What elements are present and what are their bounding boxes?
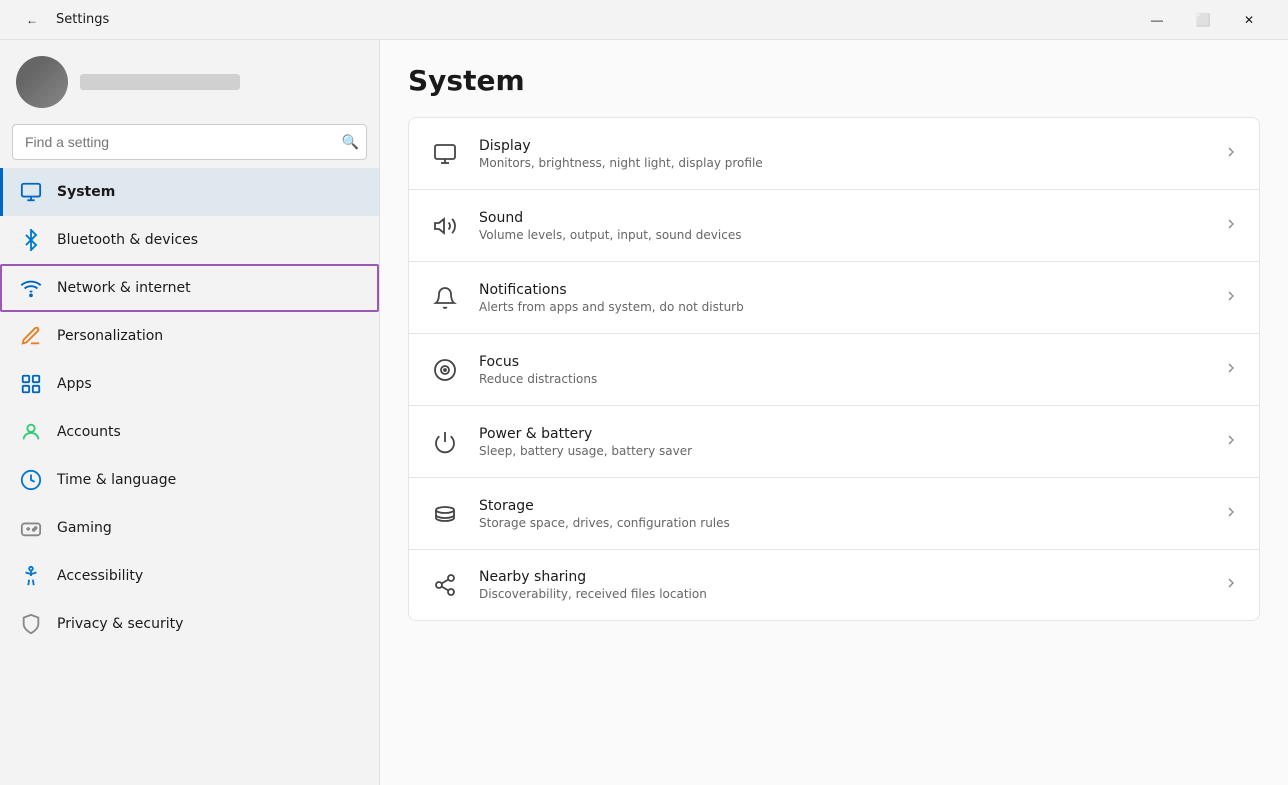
accounts-icon xyxy=(19,420,43,444)
chevron-right-icon xyxy=(1223,144,1239,164)
search-input[interactable] xyxy=(12,124,367,160)
sidebar-item-network[interactable]: Network & internet xyxy=(0,264,379,312)
setting-item-storage[interactable]: Storage Storage space, drives, configurat… xyxy=(408,477,1260,549)
setting-desc-notifications: Alerts from apps and system, do not dist… xyxy=(479,300,1205,314)
setting-item-display[interactable]: Display Monitors, brightness, night light… xyxy=(408,117,1260,189)
setting-desc-focus: Reduce distractions xyxy=(479,372,1205,386)
sound-icon xyxy=(429,210,461,242)
sidebar-item-bluetooth[interactable]: Bluetooth & devices xyxy=(0,216,379,264)
sidebar-nav: System Bluetooth & devices Network & inter… xyxy=(0,168,379,785)
setting-title-notifications: Notifications xyxy=(479,282,1205,298)
sidebar-item-label-personalization: Personalization xyxy=(57,328,163,344)
setting-desc-nearby: Discoverability, received files location xyxy=(479,587,1205,601)
privacy-icon xyxy=(19,612,43,636)
setting-text-sound: Sound Volume levels, output, input, sound… xyxy=(479,210,1205,242)
sidebar-item-label-apps: Apps xyxy=(57,376,92,392)
sidebar-item-time[interactable]: Time & language xyxy=(0,456,379,504)
power-icon xyxy=(429,426,461,458)
title-bar-title: Settings xyxy=(56,12,109,27)
setting-item-notifications[interactable]: Notifications Alerts from apps and system… xyxy=(408,261,1260,333)
personalization-icon xyxy=(19,324,43,348)
sidebar-item-apps[interactable]: Apps xyxy=(0,360,379,408)
time-icon xyxy=(19,468,43,492)
setting-title-nearby: Nearby sharing xyxy=(479,569,1205,585)
app-body: 🔍 System Bluetooth & devices Network & int… xyxy=(0,40,1288,785)
sidebar-item-label-system: System xyxy=(57,184,115,200)
setting-text-power: Power & battery Sleep, battery usage, bat… xyxy=(479,426,1205,458)
main-panel: System Display Monitors, brightness, nigh… xyxy=(380,40,1288,785)
sidebar-item-personalization[interactable]: Personalization xyxy=(0,312,379,360)
network-icon xyxy=(19,276,43,300)
chevron-right-icon xyxy=(1223,288,1239,308)
chevron-right-icon xyxy=(1223,432,1239,452)
sidebar-item-label-gaming: Gaming xyxy=(57,520,112,536)
sidebar-item-label-bluetooth: Bluetooth & devices xyxy=(57,232,198,248)
chevron-right-icon xyxy=(1223,360,1239,380)
sidebar-item-label-network: Network & internet xyxy=(57,280,191,296)
apps-icon xyxy=(19,372,43,396)
setting-desc-sound: Volume levels, output, input, sound devi… xyxy=(479,228,1205,242)
setting-text-notifications: Notifications Alerts from apps and system… xyxy=(479,282,1205,314)
chevron-right-icon xyxy=(1223,575,1239,595)
search-icon-button[interactable]: 🔍 xyxy=(342,134,359,151)
profile-name xyxy=(80,74,240,90)
search-icon: 🔍 xyxy=(342,134,359,150)
sidebar-item-system[interactable]: System xyxy=(0,168,379,216)
setting-title-power: Power & battery xyxy=(479,426,1205,442)
notifications-icon xyxy=(429,282,461,314)
sidebar-item-label-accounts: Accounts xyxy=(57,424,121,440)
page-title: System xyxy=(408,64,1260,97)
window-controls: — ⬜ ✕ xyxy=(1134,0,1272,40)
setting-title-focus: Focus xyxy=(479,354,1205,370)
setting-item-focus[interactable]: Focus Reduce distractions xyxy=(408,333,1260,405)
gaming-icon xyxy=(19,516,43,540)
display-icon xyxy=(429,138,461,170)
focus-icon xyxy=(429,354,461,386)
setting-text-nearby: Nearby sharing Discoverability, received … xyxy=(479,569,1205,601)
setting-desc-display: Monitors, brightness, night light, displ… xyxy=(479,156,1205,170)
search-box: 🔍 xyxy=(12,124,367,160)
settings-list: Display Monitors, brightness, night light… xyxy=(408,117,1260,621)
sidebar-item-gaming[interactable]: Gaming xyxy=(0,504,379,552)
setting-desc-power: Sleep, battery usage, battery saver xyxy=(479,444,1205,458)
setting-item-sound[interactable]: Sound Volume levels, output, input, sound… xyxy=(408,189,1260,261)
nearby-icon xyxy=(429,569,461,601)
minimize-button[interactable]: — xyxy=(1134,0,1180,40)
sidebar-item-label-accessibility: Accessibility xyxy=(57,568,143,584)
setting-title-sound: Sound xyxy=(479,210,1205,226)
accessibility-icon xyxy=(19,564,43,588)
profile-section xyxy=(0,40,379,120)
back-button[interactable]: ← xyxy=(16,0,48,40)
sidebar-item-accessibility[interactable]: Accessibility xyxy=(0,552,379,600)
setting-item-power[interactable]: Power & battery Sleep, battery usage, bat… xyxy=(408,405,1260,477)
avatar[interactable] xyxy=(16,56,68,108)
maximize-button[interactable]: ⬜ xyxy=(1180,0,1226,40)
close-button[interactable]: ✕ xyxy=(1226,0,1272,40)
chevron-right-icon xyxy=(1223,216,1239,236)
system-icon xyxy=(19,180,43,204)
sidebar-item-label-privacy: Privacy & security xyxy=(57,616,183,632)
setting-desc-storage: Storage space, drives, configuration rul… xyxy=(479,516,1205,530)
bluetooth-icon xyxy=(19,228,43,252)
setting-title-display: Display xyxy=(479,138,1205,154)
sidebar-item-accounts[interactable]: Accounts xyxy=(0,408,379,456)
title-bar: ← Settings — ⬜ ✕ xyxy=(0,0,1288,40)
setting-title-storage: Storage xyxy=(479,498,1205,514)
chevron-right-icon xyxy=(1223,504,1239,524)
setting-text-display: Display Monitors, brightness, night light… xyxy=(479,138,1205,170)
sidebar-item-privacy[interactable]: Privacy & security xyxy=(0,600,379,648)
setting-item-nearby[interactable]: Nearby sharing Discoverability, received … xyxy=(408,549,1260,621)
setting-text-storage: Storage Storage space, drives, configurat… xyxy=(479,498,1205,530)
sidebar-item-label-time: Time & language xyxy=(57,472,176,488)
sidebar: 🔍 System Bluetooth & devices Network & int… xyxy=(0,40,380,785)
storage-icon xyxy=(429,498,461,530)
setting-text-focus: Focus Reduce distractions xyxy=(479,354,1205,386)
